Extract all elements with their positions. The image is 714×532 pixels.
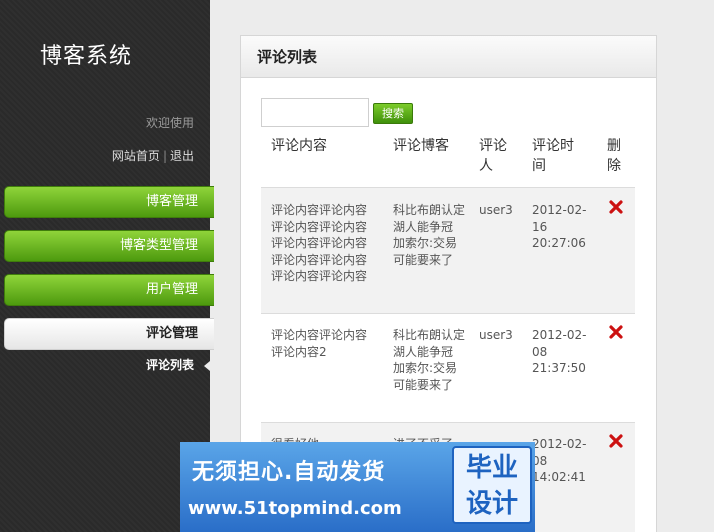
site-title: 博客系统 <box>40 44 133 69</box>
delete-icon[interactable] <box>609 434 623 448</box>
comment-blog: 科比布朗认定湖人能争冠 加索尔:交易可能要来了 <box>393 203 466 267</box>
comment-time: 2012-02-08 14:02:41 <box>532 437 587 484</box>
commenter: user3 <box>479 328 513 342</box>
watermark-banner: 无须担心.自动发货 www.51topmind.com 毕业设计 <box>180 442 535 532</box>
commenter: user3 <box>479 203 513 217</box>
home-link[interactable]: 网站首页 <box>112 149 160 163</box>
logout-link[interactable]: 退出 <box>170 149 194 163</box>
link-separator: | <box>162 149 167 163</box>
search-button[interactable]: 搜索 <box>373 103 413 124</box>
panel-title: 评论列表 <box>241 36 656 78</box>
watermark-slogan: 无须担心.自动发货 <box>192 460 386 485</box>
comment-content: 评论内容评论内容评论内容评论内容评论内容评论内容评论内容评论内容评论内容评论内容 <box>271 203 368 283</box>
header-commenter: 评论人 <box>479 138 507 174</box>
watermark-badge: 毕业设计 <box>452 446 532 524</box>
active-pointer-icon <box>204 361 210 371</box>
nav-blog-type-management[interactable]: 博客类型管理 <box>4 230 214 262</box>
delete-icon[interactable] <box>609 325 623 339</box>
nav-blog-management[interactable]: 博客管理 <box>4 186 214 218</box>
header-comment-content: 评论内容 <box>271 138 327 154</box>
search-input[interactable] <box>261 98 369 127</box>
header-comment-blog: 评论博客 <box>393 138 449 154</box>
header-delete: 删除 <box>607 138 621 174</box>
comment-time: 2012-02-16 20:27:06 <box>532 203 587 250</box>
nav-comment-management[interactable]: 评论管理 <box>4 318 214 350</box>
sidebar: 博客系统 欢迎使用 网站首页 | 退出 博客管理 博客类型管理 用户管理 评论管理 … <box>0 0 214 532</box>
header-comment-time: 评论时间 <box>532 138 574 174</box>
nav-user-management[interactable]: 用户管理 <box>4 274 214 306</box>
comment-blog: 科比布朗认定湖人能争冠 加索尔:交易可能要来了 <box>393 328 466 392</box>
watermark-url: www.51topmind.com <box>188 498 402 519</box>
welcome-text: 欢迎使用 <box>145 116 194 130</box>
comment-time: 2012-02-08 21:37:50 <box>532 328 587 375</box>
subnav-comment-list[interactable]: 评论列表 <box>0 356 210 374</box>
top-links: 网站首页 | 退出 <box>112 147 194 164</box>
delete-icon[interactable] <box>609 200 623 214</box>
comment-content: 评论内容评论内容评论内容2 <box>271 328 368 359</box>
